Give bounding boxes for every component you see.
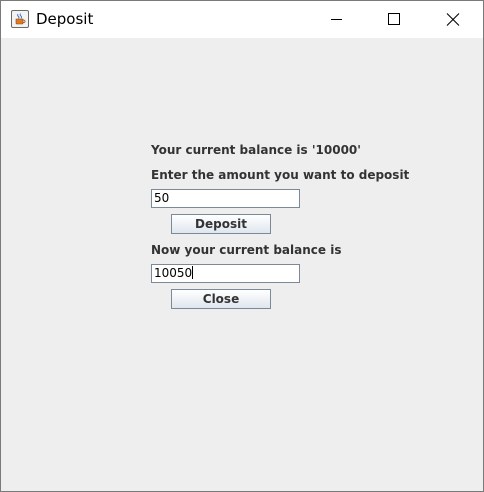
maximize-button[interactable]: [365, 1, 423, 38]
deposit-amount-input[interactable]: 50: [151, 189, 300, 208]
window-title: Deposit: [36, 10, 94, 28]
content-panel: Your current balance is '10000' Enter th…: [1, 38, 483, 491]
text-caret: [192, 266, 194, 279]
minimize-icon: [331, 19, 342, 20]
close-window-button[interactable]: [423, 1, 481, 38]
current-balance-label: Your current balance is '10000': [151, 143, 361, 157]
minimize-button[interactable]: [307, 1, 365, 38]
deposit-window: Deposit Your current balance is '10000' …: [0, 0, 484, 492]
new-balance-value: 10050: [154, 266, 193, 280]
new-balance-label: Now your current balance is: [151, 243, 342, 257]
maximize-icon: [388, 13, 400, 25]
close-icon: [446, 13, 460, 26]
deposit-button[interactable]: Deposit: [171, 214, 271, 234]
new-balance-field[interactable]: 10050: [151, 264, 300, 283]
title-bar[interactable]: Deposit: [1, 1, 483, 38]
close-button[interactable]: Close: [171, 289, 271, 309]
java-cup-icon: [11, 10, 29, 28]
deposit-amount-value: 50: [154, 191, 170, 205]
deposit-amount-label: Enter the amount you want to deposit: [151, 168, 410, 182]
